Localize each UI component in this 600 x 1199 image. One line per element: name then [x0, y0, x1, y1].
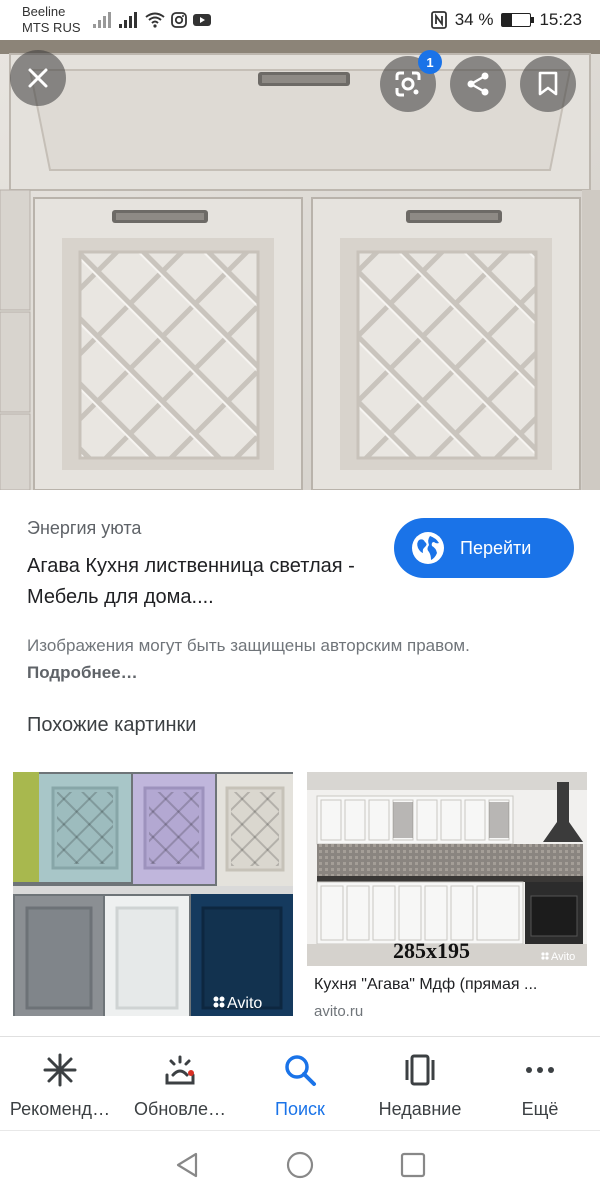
instagram-icon	[170, 12, 187, 28]
nav-label: Ещё	[521, 1099, 559, 1119]
search-icon	[285, 1055, 316, 1086]
nav-updates[interactable]: Обновле…	[120, 1037, 240, 1130]
svg-text:Avito: Avito	[227, 995, 262, 1012]
bookmark-icon	[538, 71, 558, 96]
similar-image-2[interactable]: 285x195 Avito	[307, 772, 587, 966]
wifi-icon	[144, 12, 165, 28]
bookmark-button[interactable]	[520, 56, 576, 112]
lens-icon	[395, 71, 421, 97]
visit-button[interactable]: Перейти	[394, 518, 574, 578]
asterisk-icon	[43, 1053, 77, 1087]
clock: 15:23	[539, 10, 582, 29]
share-icon	[467, 72, 489, 96]
result-title[interactable]: Агава Кухня лиственница светлая - Мебель…	[27, 551, 387, 613]
status-bar: Beeline MTS RUS 34 % 15:23	[0, 0, 600, 40]
kitchen-photo: 285x195 Avito	[307, 772, 587, 966]
status-right: 34 % 15:23	[430, 10, 582, 30]
similar-image-1[interactable]: Avito	[13, 772, 293, 1016]
home-icon[interactable]	[286, 1151, 314, 1179]
copyright-text: Изображения могут быть защищены авторски…	[27, 636, 470, 655]
cabinet-photo	[0, 40, 600, 490]
nav-recent[interactable]: Недавние	[360, 1037, 480, 1130]
youtube-icon	[192, 14, 211, 26]
lens-button[interactable]: 1	[380, 50, 442, 112]
back-icon[interactable]	[174, 1151, 200, 1179]
battery-percent: 34 %	[454, 10, 494, 29]
copyright-notice: Изображения могут быть защищены авторски…	[27, 632, 547, 686]
nav-search[interactable]: Поиск	[240, 1037, 360, 1130]
similar-domain-2: avito.ru	[314, 1003, 364, 1020]
bottom-navigation: Рекоменд… Обновле… Поиск Недавние Ещё	[0, 1036, 600, 1130]
nav-discover[interactable]: Рекоменд…	[0, 1037, 120, 1130]
hero-image[interactable]: 1	[0, 40, 600, 490]
visit-label: Перейти	[460, 537, 532, 558]
nav-label: Обновле…	[134, 1099, 226, 1119]
system-navigation	[0, 1130, 600, 1199]
copyright-more-link[interactable]: Подробнее…	[27, 663, 138, 682]
carrier-2: MTS RUS	[22, 20, 81, 35]
nav-label: Поиск	[275, 1099, 325, 1119]
updates-icon	[165, 1055, 195, 1085]
signal-icon	[92, 12, 111, 28]
carrier-1: Beeline	[22, 4, 66, 19]
status-icons	[92, 12, 211, 28]
signal-icon	[118, 12, 137, 28]
lens-badge: 1	[418, 50, 442, 74]
recent-icon	[405, 1054, 435, 1086]
nav-label: Недавние	[378, 1099, 462, 1119]
similar-caption-2[interactable]: Кухня "Агава" Мдф (прямая ...	[314, 976, 584, 994]
battery-icon	[501, 13, 535, 27]
overview-icon[interactable]	[400, 1152, 426, 1178]
nfc-icon	[430, 11, 447, 29]
carrier-info: Beeline MTS RUS	[22, 4, 81, 36]
share-button[interactable]	[450, 56, 506, 112]
similar-heading: Похожие картинки	[27, 714, 197, 736]
more-icon	[526, 1067, 554, 1073]
close-icon	[28, 68, 48, 88]
nav-label: Рекоменд…	[9, 1099, 111, 1119]
close-button[interactable]	[10, 50, 66, 106]
svg-text:Avito: Avito	[551, 951, 575, 963]
cabinet-colors-photo: Avito	[13, 772, 293, 1016]
globe-icon	[412, 532, 444, 564]
size-overlay: 285x195	[393, 938, 470, 963]
nav-more[interactable]: Ещё	[480, 1037, 600, 1130]
